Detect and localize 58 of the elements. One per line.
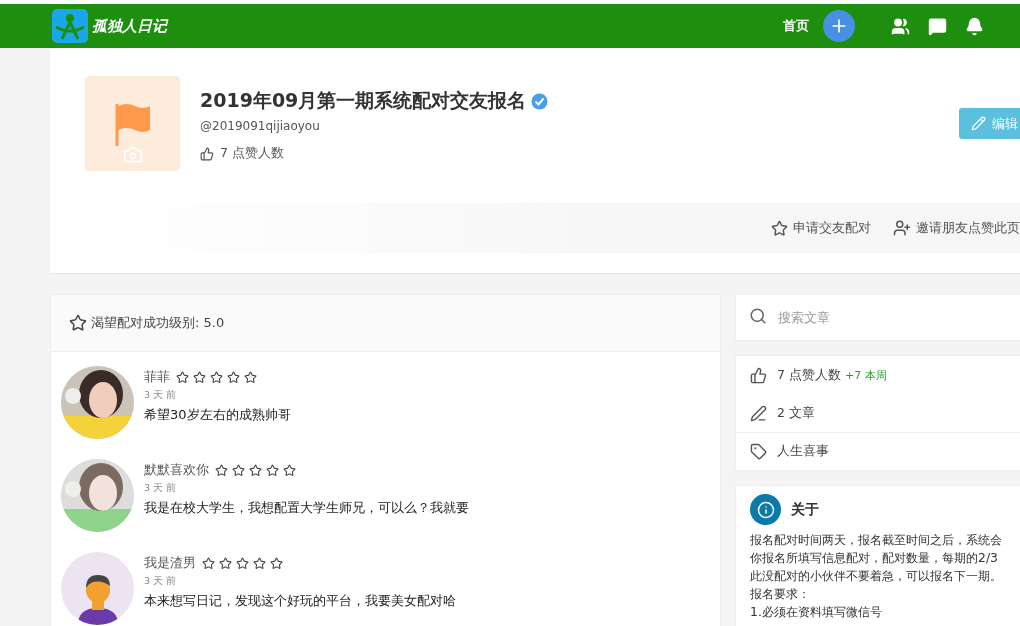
about-text: 报名要求： [749, 585, 811, 603]
tag-icon [750, 443, 767, 460]
page-handle: @2019091qijiaoyou [200, 119, 321, 133]
comment-text: 希望30岁左右的成熟帅哥 [144, 406, 291, 424]
stat-text: 人生喜事 [777, 443, 829, 460]
weekly-count: +7 本周 [844, 367, 887, 383]
about-text: 1.必须在资料填写微信号 [749, 603, 883, 621]
star-icon [244, 370, 257, 384]
star-icon [210, 370, 223, 384]
action-link[interactable]: 申请交友配对 [771, 219, 871, 237]
card-heading: 渴望配对成功级别: 5.0 [91, 314, 225, 332]
comment-time: 3 天 前 [144, 482, 178, 495]
comment-text: 本来想写日记，发现这个好玩的平台，我要美女配对哈 [144, 592, 456, 610]
comment-time: 3 天 前 [144, 575, 178, 588]
add-user-icon [893, 219, 911, 237]
users-icon[interactable] [891, 16, 910, 36]
star-icon [266, 463, 279, 477]
star-icon [219, 556, 232, 570]
user-name[interactable]: 菲菲 [144, 368, 170, 386]
flag-icon [114, 101, 151, 146]
star-icon [249, 463, 262, 477]
comment-text: 我是在校大学生，我想配置大学生师兄，可以么？我就要 [144, 499, 469, 517]
star-icon [771, 219, 788, 237]
pencil-icon [971, 116, 986, 131]
add-button[interactable] [823, 10, 855, 42]
search-field[interactable]: 搜索文章 [735, 294, 1020, 341]
pen-icon [750, 404, 767, 422]
logo-text: 孤独人日记 [92, 16, 167, 36]
action-link[interactable]: 邀请朋友点赞此页 [893, 219, 1020, 237]
star-icon [202, 556, 215, 570]
stat-text: 7 点赞人数 [777, 366, 841, 384]
thumbs-up-icon [750, 366, 767, 384]
star-icon [232, 463, 245, 477]
star-icon [176, 370, 189, 384]
info-icon [750, 494, 781, 525]
about-title: 关于 [791, 500, 819, 519]
nav-link[interactable]: 首页 [783, 17, 809, 35]
star-icon [193, 370, 206, 384]
bell-icon[interactable] [965, 16, 984, 36]
chat-icon[interactable] [928, 16, 947, 36]
about-text: 你报名所填写信息配对，配对数量，每期的2/3 [749, 549, 999, 567]
star-icon [283, 463, 296, 477]
star-icon [69, 314, 87, 332]
user-name[interactable]: 我是渣男 [144, 554, 196, 572]
thumbs-up-icon [200, 146, 214, 161]
star-icon [227, 370, 240, 384]
about-text: 此没配对的小伙伴不要着急，可以报名下一期。 [749, 567, 1003, 585]
comment-time: 3 天 前 [144, 389, 178, 402]
like-count: 7 点赞人数 [220, 145, 284, 162]
logo-icon [52, 9, 88, 43]
about-text: 报名配对时间两天，报名截至时间之后，系统会 [749, 531, 1003, 549]
star-icon [270, 556, 283, 570]
page-title: 2019年09月第一期系统配对交友报名 [200, 88, 527, 113]
star-icon [253, 556, 266, 570]
star-icon [236, 556, 249, 570]
stat-text: 2 文章 [777, 404, 815, 422]
star-icon [215, 463, 228, 477]
user-name[interactable]: 默默喜欢你 [144, 461, 209, 479]
